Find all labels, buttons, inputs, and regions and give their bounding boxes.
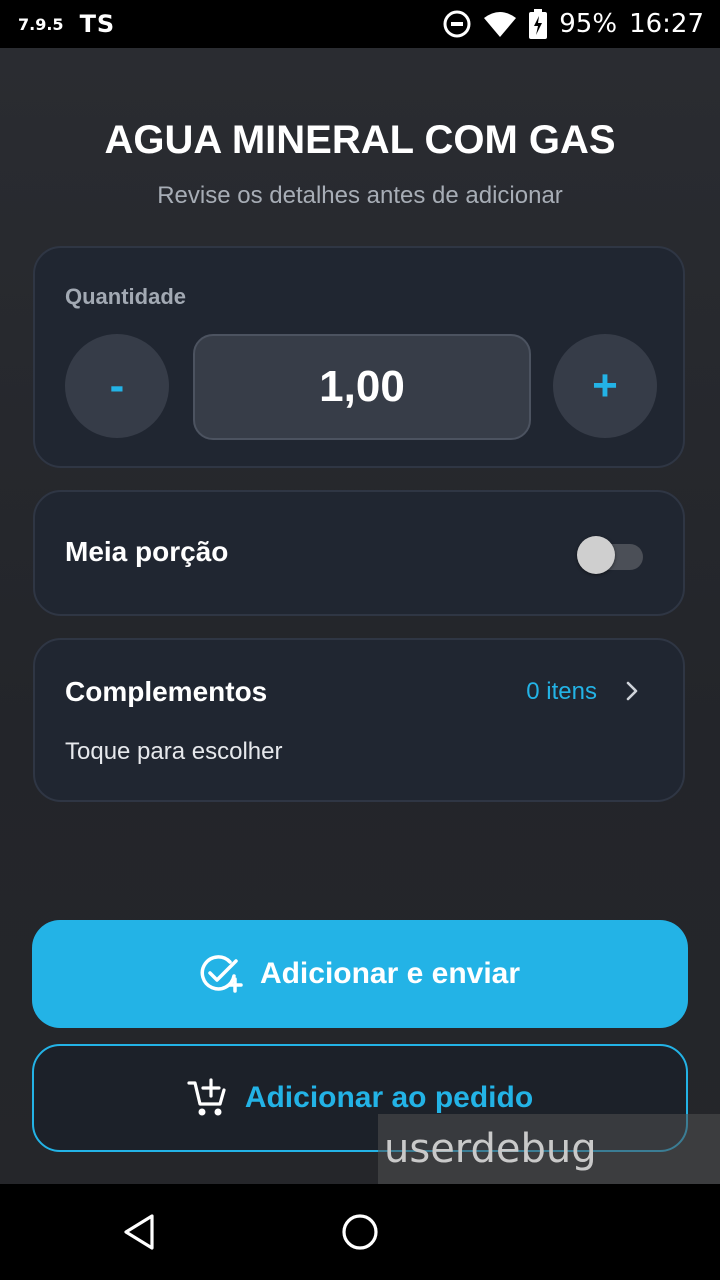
build-version: 7.9.5: [18, 14, 64, 34]
quantity-card: Quantidade - 1,00 +: [33, 246, 685, 468]
app-tag: TS: [79, 10, 116, 38]
complements-card[interactable]: Complementos 0 itens Toque para escolher: [33, 638, 685, 802]
complements-label: Complementos: [65, 676, 268, 707]
wifi-icon: [484, 12, 517, 37]
quantity-label: Quantidade: [65, 284, 187, 309]
do-not-disturb-icon: [443, 10, 471, 38]
battery-percent: 95%: [559, 9, 618, 39]
check-circle-plus-icon: [200, 955, 243, 993]
decrease-quantity-button[interactable]: -: [65, 334, 169, 438]
back-icon[interactable]: [120, 1212, 160, 1252]
cart-add-icon: [187, 1078, 226, 1116]
quantity-value[interactable]: 1,00: [193, 334, 531, 440]
battery-charging-icon: [529, 9, 548, 39]
half-portion-label: Meia porção: [65, 536, 229, 567]
increase-quantity-button[interactable]: +: [553, 334, 657, 438]
home-icon[interactable]: [340, 1212, 380, 1252]
complements-count: 0 itens: [526, 678, 597, 705]
add-and-send-label: Adicionar e enviar: [259, 957, 521, 990]
add-to-order-label: Adicionar ao pedido: [244, 1081, 534, 1114]
toggle-thumb: [577, 536, 615, 574]
page-title: AGUA MINERAL COM GAS: [104, 118, 616, 162]
complements-hint: Toque para escolher: [65, 738, 283, 765]
half-portion-card: Meia porção: [33, 490, 685, 616]
half-portion-toggle[interactable]: [577, 536, 645, 574]
status-bar: 7.9.5 TS 95% 16:27: [0, 0, 720, 48]
userdebug-overlay: userdebug mode: [378, 1114, 720, 1242]
add-and-send-button[interactable]: Adicionar e enviar: [32, 920, 688, 1028]
navigation-bar: [0, 1184, 720, 1280]
add-item-screen: AGUA MINERAL COM GAS Revise os detalhes …: [0, 48, 720, 1242]
page-subtitle: Revise os detalhes antes de adicionar: [157, 182, 563, 209]
chevron-right-icon: [626, 681, 638, 701]
clock: 16:27: [629, 9, 704, 39]
